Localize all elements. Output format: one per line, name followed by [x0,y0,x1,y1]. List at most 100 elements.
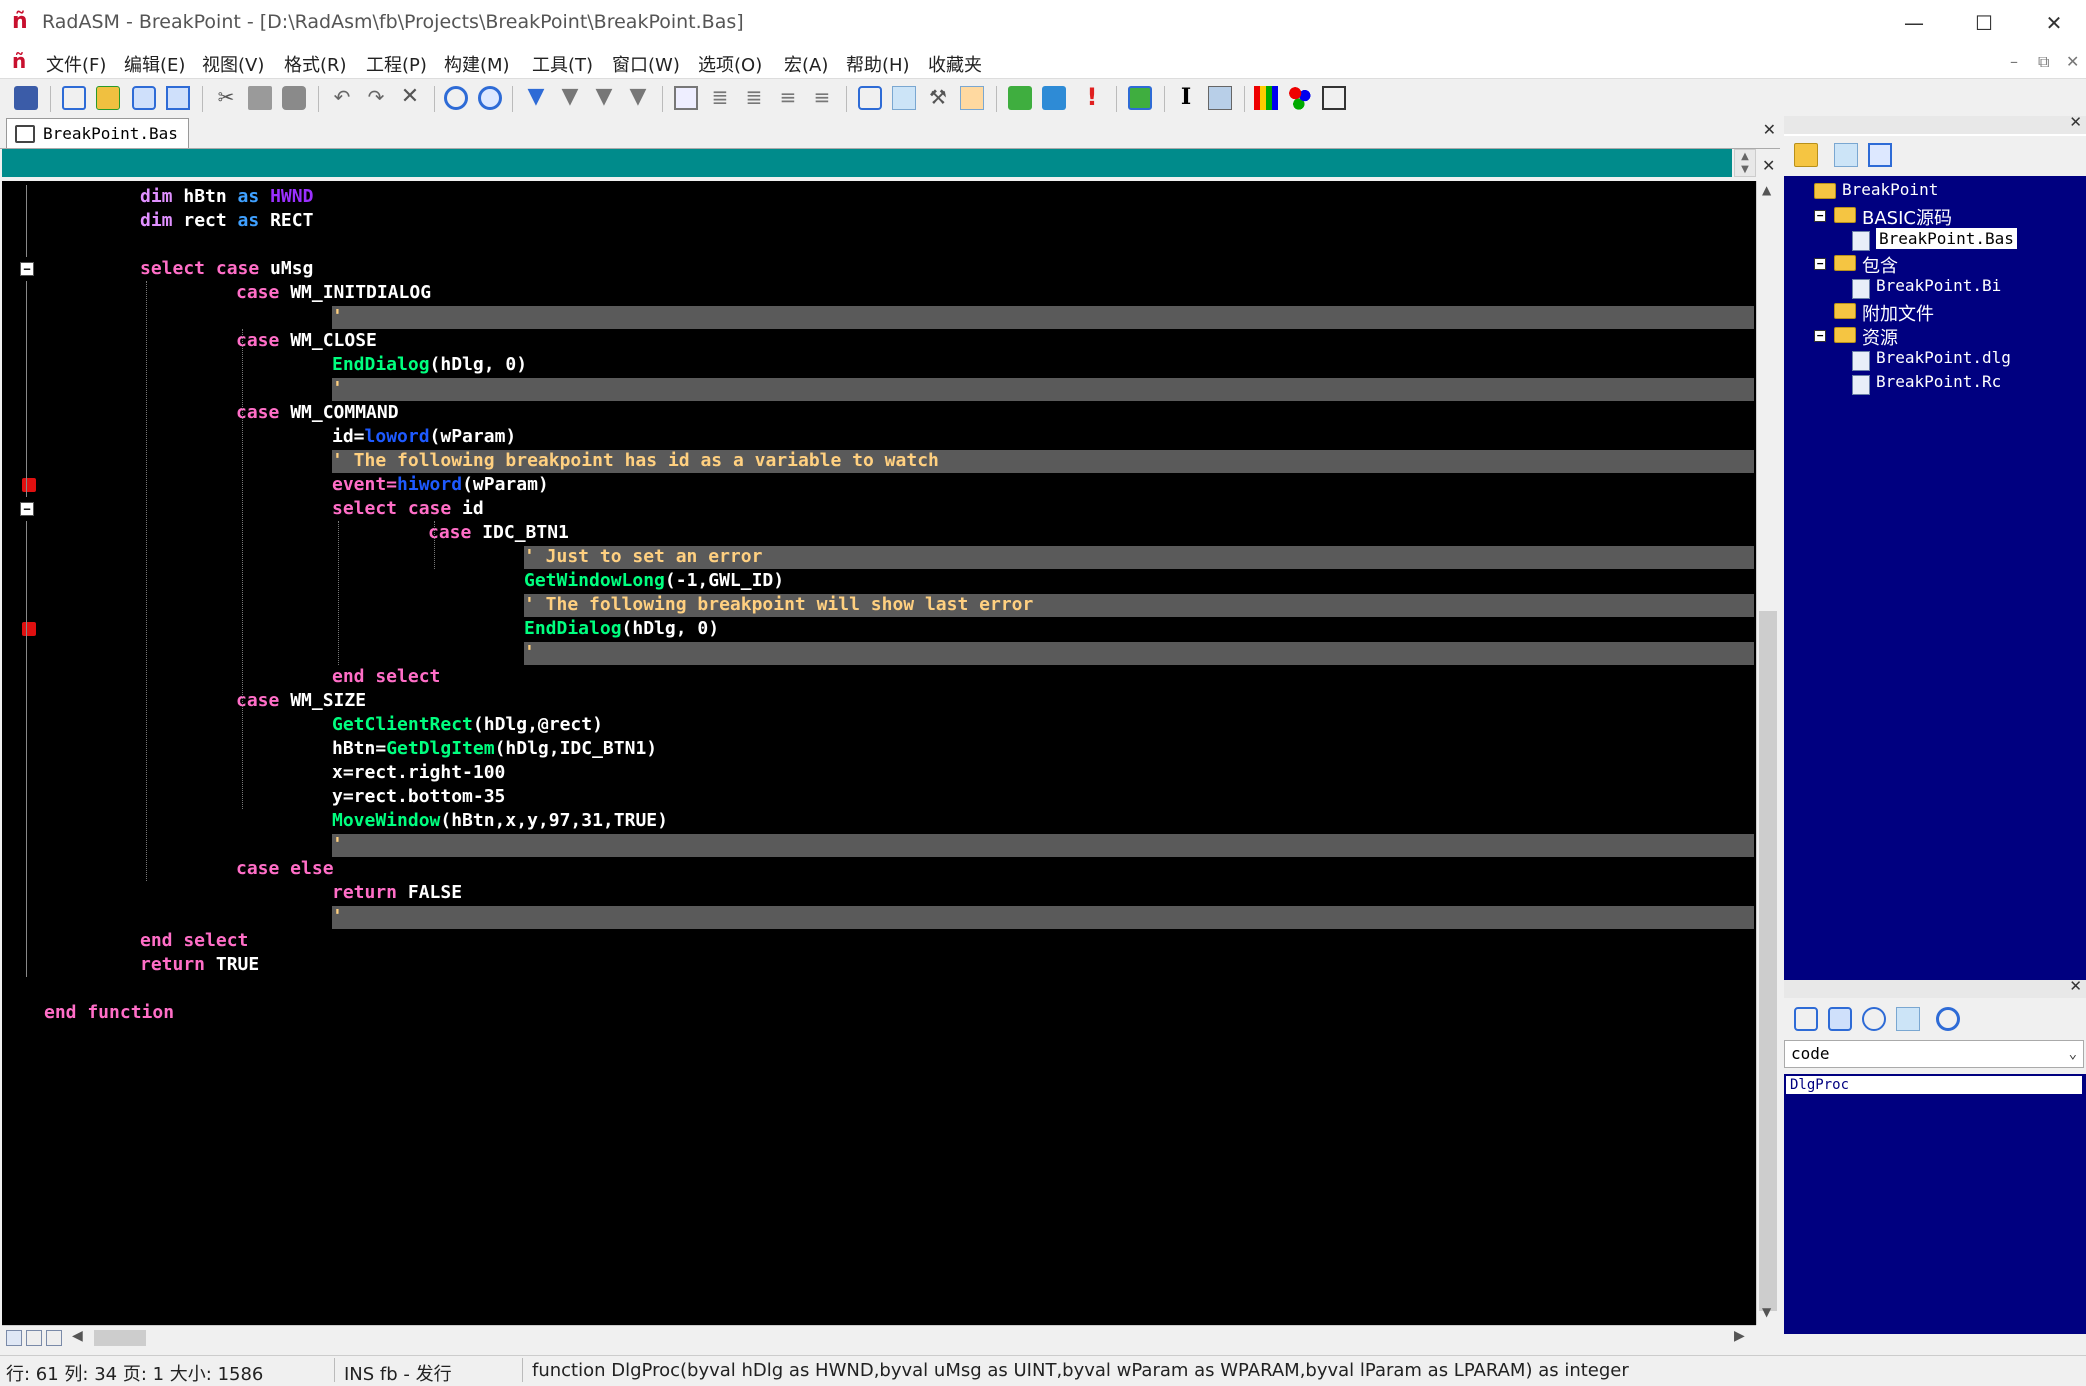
code-line[interactable]: select case id [332,497,484,521]
prop-tool-4-icon[interactable] [1896,1007,1920,1031]
replace-icon[interactable] [478,86,502,110]
prop-tool-3-icon[interactable] [1862,1007,1886,1031]
prop-tool-2-icon[interactable] [1828,1007,1852,1031]
editor-gutter[interactable]: − − [2,181,44,1325]
bookmark-clear-icon[interactable]: ▼ [626,86,650,110]
mdi-minimize-button[interactable]: – [2010,52,2018,71]
fold-toggle-icon[interactable]: − [20,262,34,276]
code-line[interactable]: case WM_INITDIALOG [236,281,431,305]
tree-expander-icon[interactable]: − [1814,258,1826,270]
editor-horizontal-scrollbar[interactable]: ◀ ▶ [2,1325,1756,1350]
view-project-icon[interactable] [892,86,916,110]
open-folder-icon[interactable] [1794,143,1818,167]
menu-options[interactable]: 选项(O) [698,51,762,77]
copy-icon[interactable] [248,86,272,110]
chevron-down-icon[interactable]: ⌄ [2069,1041,2077,1067]
code-line[interactable]: ' [332,833,343,857]
code-line[interactable]: case WM_CLOSE [236,329,377,353]
code-line[interactable]: y=rect.bottom-35 [332,785,505,809]
go-icon[interactable] [1128,86,1152,110]
prop-tool-5-icon[interactable] [1936,1007,1960,1031]
code-line[interactable]: case else [236,857,334,881]
code-line[interactable]: case WM_SIZE [236,689,366,713]
code-line[interactable]: EndDialog(hDlg, 0) [332,353,527,377]
editor-vertical-scrollbar[interactable]: ▲ ▼ [1756,181,1779,1325]
text-cursor-icon[interactable]: I [1174,86,1198,110]
properties-panel-close-icon[interactable]: ✕ [2069,977,2082,995]
tab-breakpoint-bas[interactable]: BreakPoint.Bas [6,118,189,148]
horizontal-scroll-thumb[interactable] [94,1330,146,1346]
code-editor[interactable]: − − dim hBtn as HWND dim rect as RECT selec… [2,181,1756,1325]
undo-icon[interactable]: ↶ [330,86,354,110]
compile-icon[interactable] [1008,86,1032,110]
code-line[interactable]: dim rect as RECT [140,209,313,233]
code-line[interactable]: ' Just to set an error [524,545,762,569]
delete-icon[interactable]: ✕ [398,86,422,110]
menu-format[interactable]: 格式(R) [284,51,347,77]
code-line[interactable]: x=rect.right-100 [332,761,505,785]
color-bars-icon[interactable] [1254,86,1278,110]
code-line[interactable]: case IDC_BTN1 [428,521,569,545]
open-file-icon[interactable] [96,86,120,110]
view-output-icon[interactable] [858,86,882,110]
header-bar-close-icon[interactable]: ✕ [1762,156,1775,175]
bookmark-next-icon[interactable]: ▼ [558,86,582,110]
scroll-right-icon[interactable]: ▶ [1734,1328,1745,1344]
code-line[interactable]: end select [332,665,440,689]
scroll-left-icon[interactable]: ◀ [72,1328,83,1344]
zoom-window-icon[interactable] [1322,86,1346,110]
code-line[interactable]: event=hiword(wParam) [332,473,549,497]
tools-icon[interactable]: ⚒ [926,86,950,110]
code-line[interactable]: ' The following breakpoint has id as a v… [332,449,939,473]
project-tree[interactable]: BreakPoint − BASIC源码 BreakPoint.Bas − 包含 Break… [1784,176,2086,1094]
save-all-icon[interactable] [166,86,190,110]
fold-toggle-icon[interactable]: − [20,502,34,516]
code-line[interactable]: return FALSE [332,881,462,905]
code-line[interactable]: GetClientRect(hDlg,@rect) [332,713,603,737]
code-line[interactable]: ' [332,305,343,329]
view-properties-icon[interactable] [960,86,984,110]
comment-icon[interactable]: ≡ [776,86,800,110]
tree-expander-icon[interactable]: − [1814,330,1826,342]
code-line[interactable]: id=loword(wParam) [332,425,516,449]
prop-tool-1-icon[interactable] [1794,1007,1818,1031]
properties-type-combo[interactable]: code ⌄ [1784,1040,2084,1068]
block-comment-icon[interactable] [674,86,698,110]
new-file-icon[interactable] [62,86,86,110]
code-line[interactable]: end function [44,1001,174,1025]
project-panel-close-icon[interactable]: ✕ [2069,113,2082,131]
mdi-app-icon[interactable]: ñ [12,49,36,73]
redo-icon[interactable]: ↷ [364,86,388,110]
run-debug-icon[interactable]: ! [1080,85,1104,110]
code-line[interactable]: end select [140,929,248,953]
file-view-icon[interactable] [1834,143,1858,167]
paste-icon[interactable] [282,86,306,110]
view-mode-icon-2[interactable] [26,1330,42,1346]
code-line[interactable]: EndDialog(hDlg, 0) [524,617,719,641]
menu-build[interactable]: 构建(M) [444,51,510,77]
cut-icon[interactable]: ✂ [214,86,238,110]
outdent-icon[interactable]: ≣ [742,86,766,110]
code-line[interactable]: select case uMsg [140,257,313,281]
dialog-icon[interactable] [1208,86,1232,110]
bookmark-toggle-icon[interactable]: ▼ [524,86,548,110]
menu-edit[interactable]: 编辑(E) [124,51,185,77]
menu-help[interactable]: 帮助(H) [846,51,910,77]
code-line[interactable]: ' [524,641,535,665]
maximize-button[interactable]: ☐ [1954,0,2014,46]
properties-list[interactable]: DlgProc [1784,1074,2086,1334]
code-line[interactable]: ' The following breakpoint will show las… [524,593,1033,617]
code-line[interactable]: hBtn=GetDlgItem(hDlg,IDC_BTN1) [332,737,657,761]
build-icon[interactable] [1042,86,1066,110]
code-line[interactable]: ' [332,377,343,401]
tab-close-icon[interactable]: ✕ [1763,120,1776,139]
menu-project[interactable]: 工程(P) [366,51,427,77]
mdi-restore-button[interactable]: ⧉ [2038,52,2049,72]
menu-favorites[interactable]: 收藏夹 [928,51,982,77]
code-line[interactable]: dim hBtn as HWND [140,185,313,209]
menu-window[interactable]: 窗口(W) [612,51,680,77]
palette-icon[interactable] [1288,86,1312,110]
code-line[interactable]: GetWindowLong(-1,GWL_ID) [524,569,784,593]
menu-macro[interactable]: 宏(A) [784,51,828,77]
minimize-button[interactable]: — [1884,0,1944,46]
